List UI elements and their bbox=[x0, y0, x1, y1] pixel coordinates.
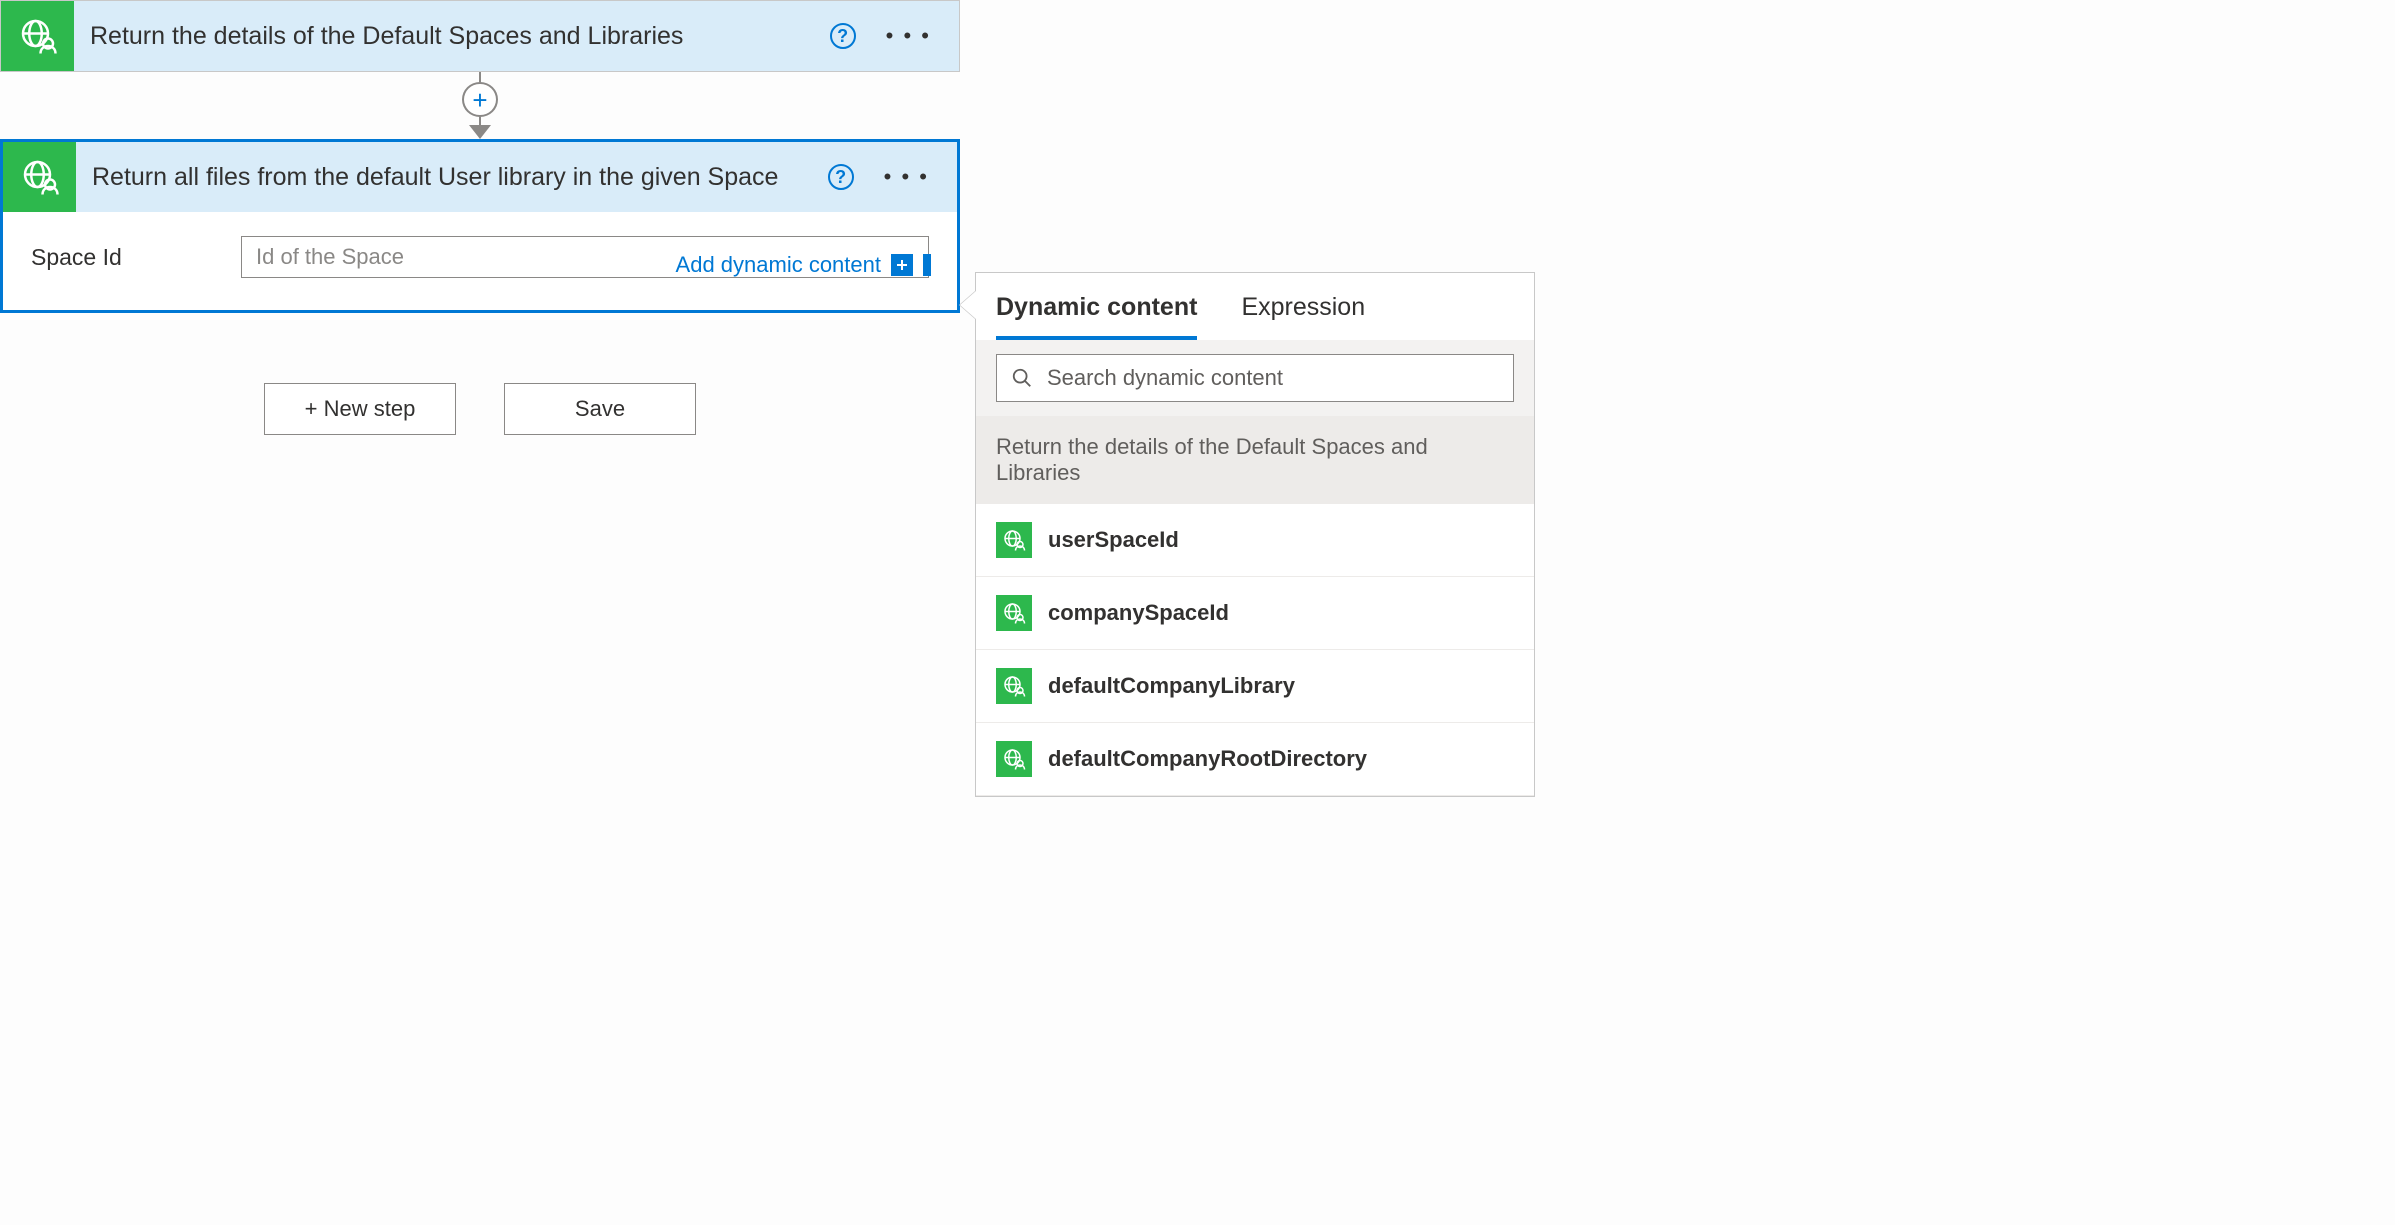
dc-list: userSpaceId companySpaceId defaultCompan… bbox=[976, 504, 1534, 796]
popup-arrow-icon bbox=[960, 291, 976, 319]
plus-icon bbox=[891, 254, 913, 276]
dc-tabs: Dynamic content Expression bbox=[976, 273, 1534, 340]
dc-item-defaultCompanyRootDirectory[interactable]: defaultCompanyRootDirectory bbox=[976, 723, 1534, 796]
search-icon bbox=[1011, 367, 1033, 389]
step-body: Space Id Add dynamic content bbox=[3, 212, 957, 310]
globe-icon bbox=[1002, 674, 1026, 698]
more-icon[interactable]: • • • bbox=[886, 23, 931, 49]
cursor-icon bbox=[923, 254, 931, 276]
connector-icon bbox=[996, 522, 1032, 558]
add-dynamic-content-button[interactable]: Add dynamic content bbox=[676, 252, 931, 278]
globe-icon bbox=[1002, 601, 1026, 625]
step-card-return-defaults[interactable]: Return the details of the Default Spaces… bbox=[0, 0, 960, 72]
dc-item-companySpaceId[interactable]: companySpaceId bbox=[976, 577, 1534, 650]
globe-icon bbox=[1002, 528, 1026, 552]
dc-item-defaultCompanyLibrary[interactable]: defaultCompanyLibrary bbox=[976, 650, 1534, 723]
arrow-down-icon bbox=[469, 125, 491, 139]
connector-icon bbox=[996, 668, 1032, 704]
insert-step-button[interactable]: + bbox=[462, 82, 498, 117]
help-icon[interactable]: ? bbox=[828, 164, 854, 190]
param-label: Space Id bbox=[31, 244, 241, 271]
dc-search bbox=[996, 354, 1514, 402]
dc-search-input[interactable] bbox=[1047, 365, 1499, 391]
globe-icon bbox=[18, 16, 58, 56]
globe-icon bbox=[20, 157, 60, 197]
dc-item-label: userSpaceId bbox=[1048, 527, 1179, 553]
dc-section-title: Return the details of the Default Spaces… bbox=[976, 416, 1534, 504]
step-header[interactable]: Return all files from the default User l… bbox=[3, 142, 957, 212]
connector-icon bbox=[996, 595, 1032, 631]
new-step-button[interactable]: + New step bbox=[264, 383, 456, 435]
step-title: Return the details of the Default Spaces… bbox=[74, 22, 830, 51]
dynamic-content-panel: Dynamic content Expression Return the de… bbox=[975, 272, 1535, 797]
globe-icon bbox=[1002, 747, 1026, 771]
dc-item-label: companySpaceId bbox=[1048, 600, 1229, 626]
connector-icon bbox=[3, 142, 76, 212]
more-icon[interactable]: • • • bbox=[884, 164, 929, 190]
dc-item-userSpaceId[interactable]: userSpaceId bbox=[976, 504, 1534, 577]
connector-icon bbox=[996, 741, 1032, 777]
tab-expression[interactable]: Expression bbox=[1241, 293, 1365, 340]
connector-icon bbox=[1, 1, 74, 71]
dc-item-label: defaultCompanyLibrary bbox=[1048, 673, 1295, 699]
step-connector: + bbox=[0, 72, 960, 139]
step-title: Return all files from the default User l… bbox=[76, 163, 828, 192]
dc-item-label: defaultCompanyRootDirectory bbox=[1048, 746, 1367, 772]
tab-dynamic-content[interactable]: Dynamic content bbox=[996, 293, 1197, 340]
help-icon[interactable]: ? bbox=[830, 23, 856, 49]
step-card-return-files[interactable]: Return all files from the default User l… bbox=[0, 139, 960, 313]
step-header[interactable]: Return the details of the Default Spaces… bbox=[1, 1, 959, 71]
save-button[interactable]: Save bbox=[504, 383, 696, 435]
add-dynamic-content-label: Add dynamic content bbox=[676, 252, 881, 278]
